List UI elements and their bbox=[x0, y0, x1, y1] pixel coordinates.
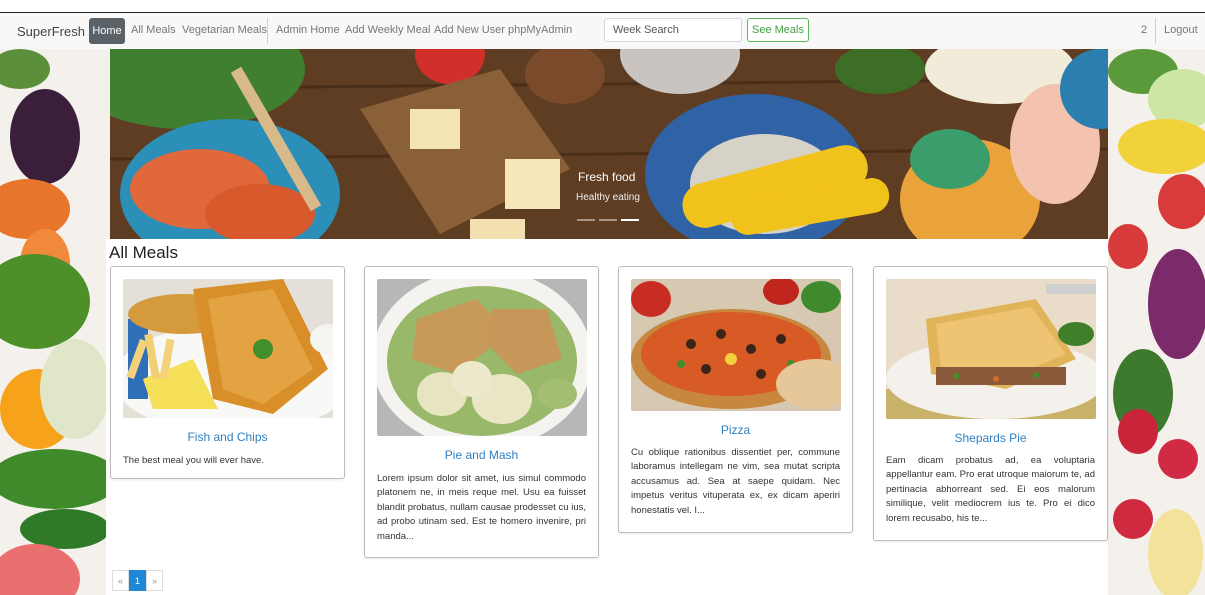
carousel-indicator-2[interactable] bbox=[599, 219, 617, 221]
meal-card[interactable]: Pizza Cu oblique rationibus dissentiet p… bbox=[618, 266, 853, 533]
meal-card[interactable]: Fish and Chips The best meal you will ev… bbox=[110, 266, 345, 479]
carousel-indicators bbox=[577, 219, 639, 221]
carousel-caption-title: Fresh food bbox=[578, 170, 636, 184]
nav-counter[interactable]: 2 bbox=[1141, 24, 1147, 36]
nav-home[interactable]: Home bbox=[89, 18, 125, 44]
pagination-page-1[interactable]: 1 bbox=[129, 570, 146, 591]
nav-phpmyadmin[interactable]: phpMyAdmin bbox=[508, 24, 572, 36]
carousel-indicator-3[interactable] bbox=[621, 219, 639, 221]
meal-title[interactable]: Fish and Chips bbox=[111, 430, 344, 444]
meal-card[interactable]: Pie and Mash Lorem ipsum dolor sit amet,… bbox=[364, 266, 599, 558]
meal-title[interactable]: Pizza bbox=[619, 423, 852, 437]
meal-description: Cu oblique rationibus dissentiet per, co… bbox=[631, 447, 840, 516]
meal-description: Eam dicam probatus ad, ea voluptaria app… bbox=[886, 455, 1095, 524]
hero-food-image bbox=[110, 49, 1108, 239]
pagination: « 1 » bbox=[112, 570, 163, 591]
week-search-input[interactable] bbox=[604, 18, 742, 42]
nav-logout[interactable]: Logout bbox=[1164, 24, 1198, 36]
carousel-indicator-1[interactable] bbox=[577, 219, 595, 221]
meal-description: The best meal you will ever have. bbox=[123, 455, 264, 466]
nav-add-new-user[interactable]: Add New User bbox=[434, 24, 505, 36]
background-vegetables-right bbox=[1108, 49, 1205, 595]
nav-all-meals[interactable]: All Meals bbox=[131, 24, 176, 36]
meal-image-pizza[interactable] bbox=[631, 279, 841, 411]
nav-divider bbox=[267, 18, 268, 44]
nav-vegetarian-meals[interactable]: Vegetarian Meals bbox=[182, 24, 267, 36]
background-vegetables-left bbox=[0, 49, 110, 595]
brand-logo[interactable]: SuperFresh bbox=[17, 24, 85, 39]
nav-add-weekly-meal[interactable]: Add Weekly Meal bbox=[345, 24, 430, 36]
meal-image-pie-and-mash[interactable] bbox=[377, 279, 587, 436]
navbar: SuperFresh Home All Meals Vegetarian Mea… bbox=[0, 13, 1205, 50]
nav-divider-right bbox=[1155, 18, 1156, 44]
meal-card[interactable]: Shepards Pie Eam dicam probatus ad, ea v… bbox=[873, 266, 1108, 541]
pagination-prev[interactable]: « bbox=[112, 570, 129, 591]
nav-admin-home[interactable]: Admin Home bbox=[276, 24, 340, 36]
meal-image-fish-and-chips[interactable] bbox=[123, 279, 333, 418]
meal-title[interactable]: Pie and Mash bbox=[365, 448, 598, 462]
meal-description: Lorem ipsum dolor sit amet, ius simul co… bbox=[377, 473, 586, 542]
see-meals-button[interactable]: See Meals bbox=[747, 18, 809, 42]
carousel-caption-subtitle: Healthy eating bbox=[576, 192, 640, 203]
page-title: All Meals bbox=[109, 243, 178, 262]
pagination-next[interactable]: » bbox=[146, 570, 163, 591]
hero-carousel[interactable]: Fresh food Healthy eating bbox=[110, 49, 1108, 239]
meal-image-shepards-pie[interactable] bbox=[886, 279, 1096, 419]
meal-title[interactable]: Shepards Pie bbox=[874, 431, 1107, 445]
